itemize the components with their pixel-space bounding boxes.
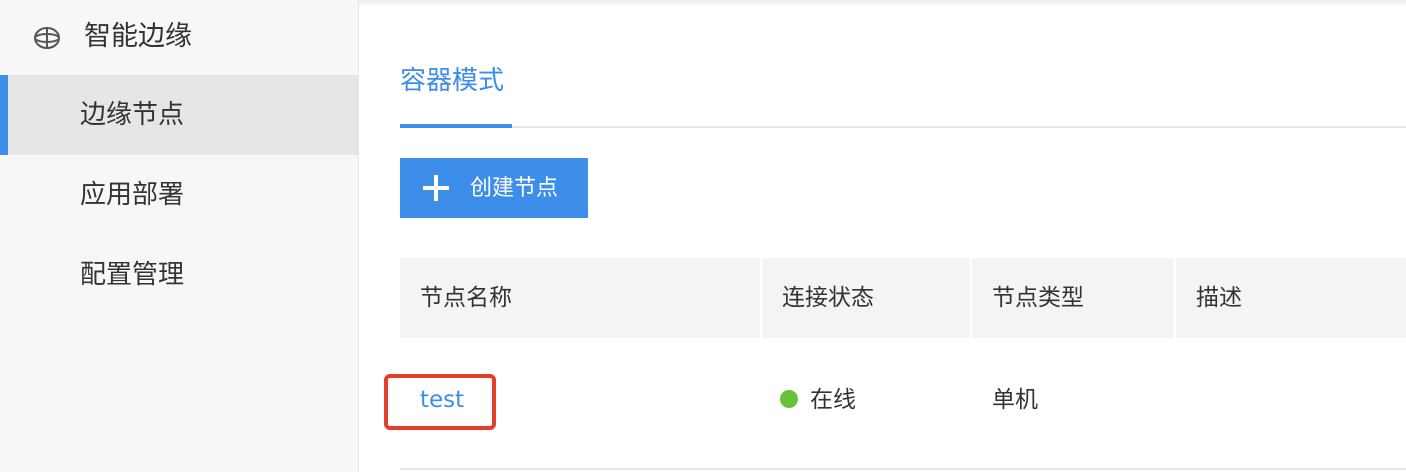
node-type-text: 单机 bbox=[992, 387, 1038, 413]
highlight-annotation-box bbox=[384, 374, 496, 430]
sidebar-item-edge-nodes[interactable]: 边缘节点 bbox=[0, 75, 358, 155]
tab-label: 容器模式 bbox=[400, 66, 505, 96]
create-node-label: 创建节点 bbox=[470, 175, 559, 200]
online-status-dot-icon bbox=[780, 389, 798, 408]
top-shadow bbox=[359, 0, 1406, 6]
node-table: 节点名称 连接状态 节点类型 描述 test 在线 单机 bbox=[384, 258, 1406, 470]
sidebar: 智能边缘 边缘节点 应用部署 配置管理 bbox=[0, 0, 359, 472]
sidebar-item-app-deploy[interactable]: 应用部署 bbox=[0, 155, 358, 235]
sidebar-item-label: 配置管理 bbox=[80, 260, 185, 290]
page: 智能边缘 边缘节点 应用部署 配置管理 容器模式 创建节点 节点名称 连接状态 bbox=[0, 0, 1406, 472]
tab-bar: 容器模式 bbox=[400, 56, 1406, 128]
table-row: test 在线 单机 bbox=[400, 338, 1406, 470]
column-header-type[interactable]: 节点类型 bbox=[972, 258, 1174, 338]
plus-icon bbox=[423, 175, 449, 201]
column-header-description[interactable]: 描述 bbox=[1176, 258, 1406, 338]
node-type-cell: 单机 bbox=[992, 380, 1038, 420]
sidebar-item-label: 应用部署 bbox=[80, 180, 185, 210]
sidebar-item-config[interactable]: 配置管理 bbox=[0, 235, 358, 315]
edge-node-icon bbox=[34, 27, 60, 49]
column-header-status[interactable]: 连接状态 bbox=[762, 258, 970, 338]
tab-container-mode[interactable]: 容器模式 bbox=[400, 56, 512, 128]
connection-status-text: 在线 bbox=[810, 387, 856, 413]
sidebar-group-title: 智能边缘 bbox=[84, 21, 192, 52]
sidebar-item-label: 边缘节点 bbox=[80, 100, 185, 130]
sidebar-group-header[interactable]: 智能边缘 bbox=[0, 0, 358, 74]
connection-status-cell: 在线 bbox=[780, 380, 856, 420]
create-node-button[interactable]: 创建节点 bbox=[400, 158, 588, 218]
table-header: 节点名称 连接状态 节点类型 描述 bbox=[400, 258, 1406, 338]
column-header-name[interactable]: 节点名称 bbox=[400, 258, 760, 338]
